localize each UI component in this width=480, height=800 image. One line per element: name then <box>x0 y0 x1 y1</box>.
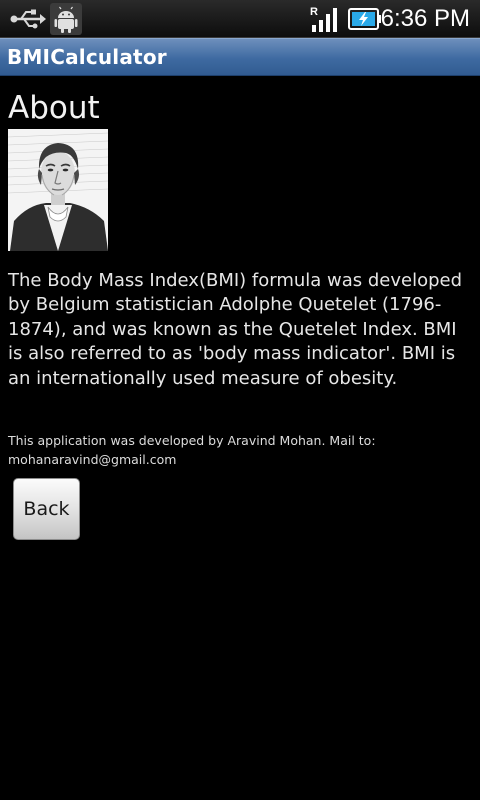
app-title: BMICalculator <box>7 45 167 69</box>
svg-text:R: R <box>310 6 318 18</box>
bmi-description: The Body Mass Index(BMI) formula was dev… <box>8 270 463 389</box>
page-title: About <box>8 90 100 126</box>
screen: R 6:36 PM BMICalculator About The Body M… <box>0 0 480 800</box>
status-bar: R 6:36 PM <box>0 0 480 38</box>
usb-icon <box>10 9 46 29</box>
app-title-bar: BMICalculator <box>0 38 480 76</box>
status-clock: 6:36 PM <box>380 5 470 32</box>
back-button[interactable]: Back <box>13 478 80 540</box>
quetelet-portrait-image <box>8 129 108 251</box>
android-debug-icon <box>50 3 82 35</box>
about-content: About The Body Mass Index(BMI) formula w… <box>0 76 480 800</box>
charging-battery-icon <box>348 8 381 30</box>
developer-note: This application was developed by Aravin… <box>8 433 376 467</box>
roaming-signal-icon: R <box>310 6 337 32</box>
